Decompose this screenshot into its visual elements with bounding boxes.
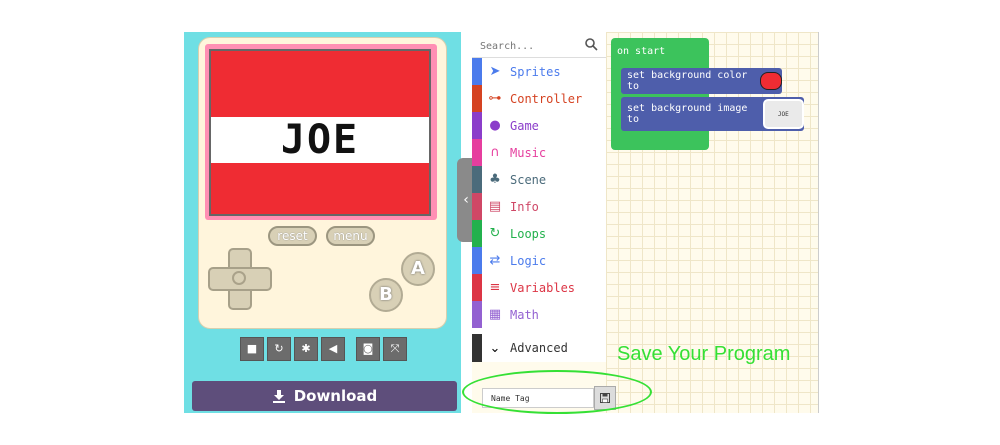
screenshot-icon[interactable]: ◙ (356, 337, 380, 361)
search-icon[interactable] (584, 37, 598, 51)
category-label: Sprites (510, 64, 561, 79)
category-music[interactable]: ∩ Music (472, 139, 606, 166)
category-info[interactable]: ▤ Info (472, 193, 606, 220)
debug-icon[interactable]: ✱ (294, 337, 318, 361)
name-band: JOE (211, 117, 429, 163)
set-background-image-block[interactable]: set background image to JOE (621, 97, 804, 131)
thumbnail-text: JOE (777, 110, 789, 118)
id-card-icon: ▤ (488, 199, 502, 214)
category-label: Scene (510, 172, 547, 187)
category-label: Controller (510, 91, 583, 106)
category-label: Variables (510, 280, 576, 295)
search-input[interactable] (478, 36, 582, 56)
download-icon (272, 390, 285, 403)
advanced-label: Advanced (510, 341, 568, 355)
list-icon: ≡ (489, 280, 501, 295)
block-label: set background color to (627, 70, 748, 92)
category-label: Math (510, 307, 539, 322)
category-label: Info (510, 199, 539, 214)
headphones-icon: ∩ (490, 145, 500, 160)
category-sprites[interactable]: ➤ Sprites (472, 58, 606, 85)
image-editor-thumbnail[interactable]: JOE (762, 99, 804, 129)
category-math[interactable]: ▦ Math (472, 301, 606, 328)
color-picker[interactable] (759, 72, 782, 90)
restart-icon[interactable]: ↻ (267, 337, 291, 361)
tree-icon: ♣ (489, 172, 501, 187)
category-variables[interactable]: ≡ Variables (472, 274, 606, 301)
a-button[interactable]: A (401, 252, 435, 286)
chevron-left-icon: ‹ (463, 192, 469, 208)
category-loops[interactable]: ↻ Loops (472, 220, 606, 247)
fullscreen-icon[interactable]: ⤧ (383, 337, 407, 361)
mute-icon[interactable]: ◀ (321, 337, 345, 361)
dpad-ring (232, 271, 246, 285)
category-game[interactable]: ● Game (472, 112, 606, 139)
download-label: Download (293, 387, 378, 405)
on-start-block[interactable]: on start (611, 38, 709, 150)
save-caption: Save Your Program (617, 343, 791, 365)
calculator-icon: ▦ (488, 307, 502, 322)
chevron-down-icon: ⌄ (489, 340, 501, 356)
category-advanced[interactable]: ⌄ Advanced (472, 334, 606, 362)
shuffle-icon: ⇄ (489, 253, 501, 268)
category-label: Loops (510, 226, 547, 241)
refresh-icon: ↻ (489, 226, 501, 241)
category-logic[interactable]: ⇄ Logic (472, 247, 606, 274)
circle-icon: ● (489, 118, 501, 133)
set-background-color-block[interactable]: set background color to (621, 68, 782, 94)
b-button[interactable]: B (369, 278, 403, 312)
highlight-ellipse (462, 370, 652, 414)
screen-text: JOE (280, 117, 360, 163)
gamepad-icon: ⊶ (488, 91, 502, 106)
reset-button[interactable]: reset (268, 226, 317, 246)
category-label: Game (510, 118, 539, 133)
category-controller[interactable]: ⊶ Controller (472, 85, 606, 112)
stop-icon[interactable]: ■ (240, 337, 264, 361)
simulator-toolbar: ■ ↻ ✱ ◀ ◙ ⤧ (240, 337, 407, 361)
toolbox-search (472, 32, 606, 58)
game-screen[interactable]: JOE (209, 49, 431, 216)
menu-button[interactable]: menu (326, 226, 375, 246)
on-start-label: on start (617, 46, 666, 57)
paper-plane-icon: ➤ (489, 64, 501, 79)
category-label: Music (510, 145, 547, 160)
block-label: set background image to (627, 103, 748, 125)
dpad[interactable] (208, 248, 272, 310)
category-label: Logic (510, 253, 547, 268)
category-scene[interactable]: ♣ Scene (472, 166, 606, 193)
download-button[interactable]: Download (192, 381, 457, 411)
